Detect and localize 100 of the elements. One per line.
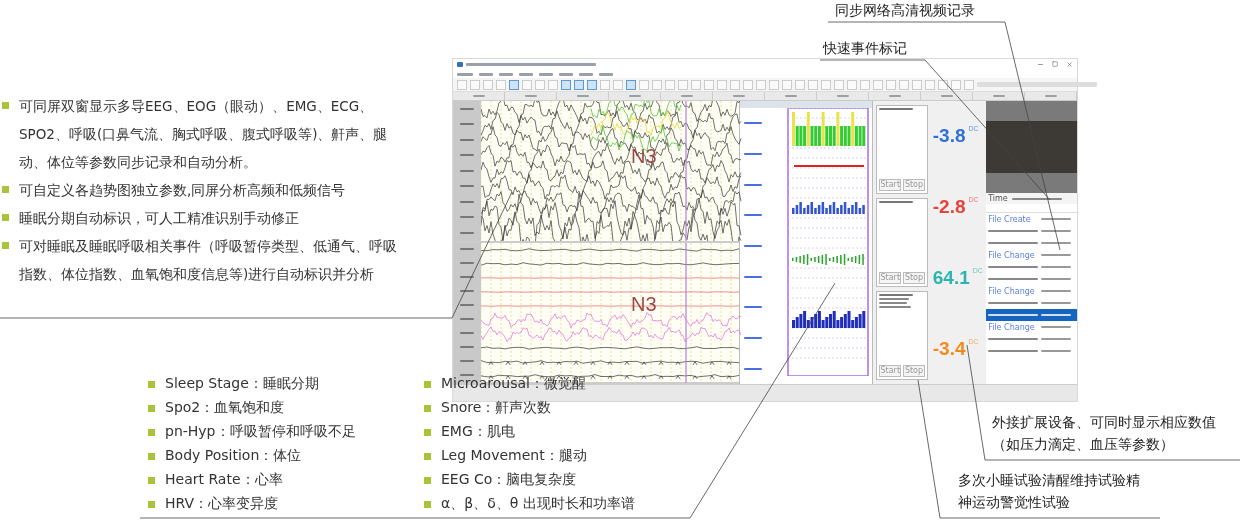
event-list-row[interactable]: File Change — [986, 285, 1077, 297]
blurred-channel-label — [460, 373, 474, 376]
blurred-event-line — [879, 302, 908, 304]
blurred-trend-link[interactable] — [744, 275, 763, 278]
bullet-icon — [424, 380, 431, 388]
toolbar-button[interactable] — [522, 79, 532, 90]
blurred-menu-item[interactable] — [499, 72, 513, 76]
blurred-channel-label — [460, 123, 474, 126]
toolbar-button[interactable] — [600, 79, 610, 90]
callout-text: 同步网络高清视频记录 — [835, 1, 976, 20]
toolbar-button[interactable] — [769, 79, 779, 90]
event-button[interactable]: Start — [879, 365, 902, 377]
bullet-icon — [148, 500, 155, 508]
blurred-channel-label — [460, 359, 474, 362]
toolbar-button[interactable] — [535, 79, 545, 90]
toolbar-button[interactable] — [886, 79, 896, 90]
blurred-trend-link[interactable] — [744, 183, 763, 186]
device-reading: -3.4 — [932, 337, 966, 360]
toolbar-button[interactable] — [496, 79, 506, 90]
toolbar-button[interactable] — [665, 79, 675, 90]
toolbar-button[interactable] — [938, 79, 948, 90]
toolbar-button[interactable] — [951, 79, 961, 90]
toolbar-button[interactable] — [756, 79, 766, 90]
event-name: File Create — [988, 214, 1032, 224]
toolbar-button[interactable] — [587, 79, 597, 90]
toolbar-button[interactable] — [613, 79, 623, 90]
toolbar-button[interactable] — [743, 79, 753, 90]
blurred-trend-link[interactable] — [744, 244, 763, 247]
event-list-row[interactable] — [986, 309, 1077, 321]
event-button[interactable]: Stop — [903, 179, 925, 191]
blurred-menu-item[interactable] — [479, 72, 493, 76]
toolbar-button[interactable] — [899, 79, 909, 90]
bullet-icon — [2, 214, 9, 221]
event-list-row[interactable]: File Change — [986, 321, 1077, 333]
blurred-trend-link[interactable] — [744, 122, 763, 125]
bullet-icon — [2, 242, 9, 249]
toolbar-button[interactable] — [704, 79, 714, 90]
toolbar-button[interactable] — [652, 79, 662, 90]
blurred-trend-link[interactable] — [744, 367, 763, 370]
toolbar-button[interactable] — [860, 79, 870, 90]
blurred-menu-item[interactable] — [519, 72, 533, 76]
feature-note: 可自定义各趋势图独立参数,同屏分析高频和低频信号 — [19, 181, 347, 200]
maximize-icon[interactable] — [1052, 61, 1058, 67]
blurred-trend-link[interactable] — [744, 153, 763, 155]
blurred-menu-item[interactable] — [579, 72, 593, 76]
minimize-icon[interactable] — [1037, 61, 1044, 68]
toolbar-button[interactable] — [483, 79, 493, 90]
bullet-icon — [148, 476, 155, 484]
blurred-menu-item[interactable] — [599, 72, 613, 76]
event-button[interactable]: Start — [879, 179, 902, 191]
blurred-channel-label — [460, 107, 474, 110]
legend-entry: Leg Movement：腿动 — [441, 447, 587, 465]
event-button[interactable]: Stop — [903, 365, 925, 377]
toolbar-button[interactable] — [795, 79, 805, 90]
blurred-trend-link[interactable] — [744, 306, 763, 309]
blurred-menu-item[interactable] — [559, 72, 573, 76]
toolbar-button[interactable] — [457, 79, 467, 90]
blurred-menu-item[interactable] — [539, 72, 553, 76]
blurred-trend-link[interactable] — [744, 336, 763, 339]
event-list-row[interactable]: File Create — [986, 213, 1077, 225]
toolbar-button[interactable] — [548, 79, 558, 90]
feature-note: 可对睡眠及睡眠呼吸相关事件（呼吸暂停类型、低通气、呼吸指数、体位指数、血氧饱和度信息等)进行自动标识并分析 — [19, 237, 398, 284]
blurred-channel-label — [460, 262, 474, 265]
toolbar-button[interactable] — [717, 79, 727, 90]
toolbar-button[interactable] — [821, 79, 831, 90]
toolbar-button[interactable] — [626, 79, 636, 90]
callout-text: 快速事件标记 — [823, 39, 908, 58]
toolbar-button[interactable] — [808, 79, 818, 90]
event-button[interactable]: Start — [879, 272, 902, 284]
blurred-trend-link[interactable] — [744, 214, 763, 217]
blurred-event-line — [879, 306, 912, 308]
bullet-icon — [424, 452, 431, 460]
toolbar-button[interactable] — [678, 79, 688, 90]
toolbar-button[interactable] — [847, 79, 857, 90]
toolbar-button[interactable] — [574, 79, 584, 90]
event-button[interactable]: Stop — [903, 272, 925, 284]
bullet-icon — [148, 452, 155, 460]
feature-note: 可同屏双窗显示多导EEG、EOG（眼动）、EMG、ECG、SPO2、呼吸(口鼻气流、胸式呼吸、腹式呼吸等)、鼾声、腿动、体位等参数同步记录和自动分析。 — [19, 97, 389, 172]
toolbar-button[interactable] — [834, 79, 844, 90]
blurred-menu-item[interactable] — [457, 72, 473, 76]
toolbar-button[interactable] — [782, 79, 792, 90]
blurred-channel-label — [460, 276, 474, 279]
toolbar-button[interactable] — [470, 79, 480, 90]
blurred-timestamp — [1011, 197, 1062, 200]
toolbar-button[interactable] — [912, 79, 922, 90]
toolbar-button[interactable] — [925, 79, 935, 90]
toolbar-button[interactable] — [509, 79, 519, 90]
toolbar-button[interactable] — [873, 79, 883, 90]
toolbar-button[interactable] — [730, 79, 740, 90]
legend-entry: Spo2：血氧饱和度 — [165, 399, 285, 417]
toolbar-button[interactable] — [561, 79, 571, 90]
bullet-icon — [148, 380, 155, 388]
toolbar-button[interactable] — [964, 79, 974, 90]
bullet-icon — [2, 102, 9, 109]
toolbar-button[interactable] — [691, 79, 701, 90]
blurred-event-line — [879, 298, 910, 300]
close-icon[interactable] — [1066, 61, 1073, 68]
callout-text: 多次小睡试验清醒维持试验精神运动警觉性试验 — [958, 471, 1141, 512]
toolbar-button[interactable] — [639, 79, 649, 90]
event-list-row[interactable]: File Change — [986, 249, 1077, 261]
